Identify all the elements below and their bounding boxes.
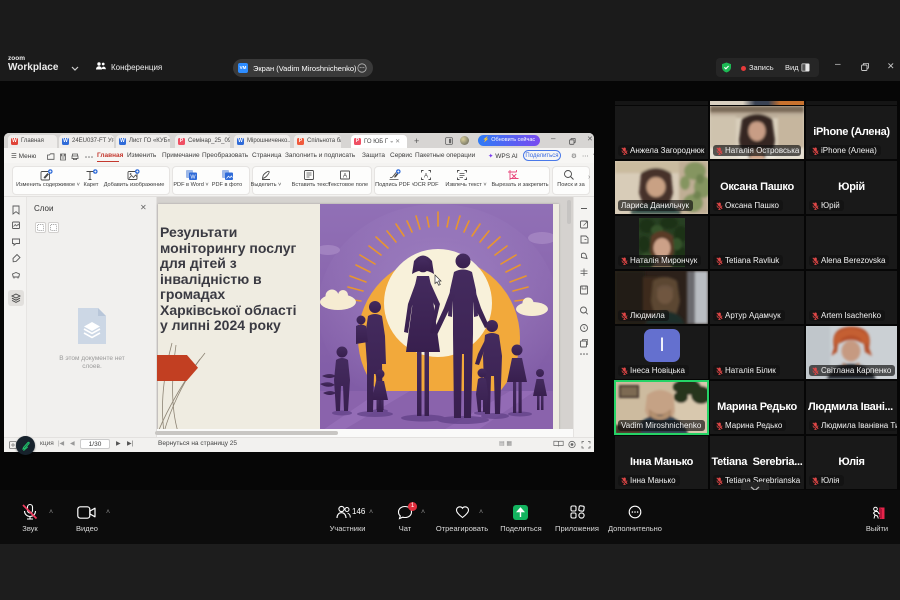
svg-text:A: A <box>343 173 348 180</box>
svg-text:W: W <box>190 175 196 181</box>
svg-text:A: A <box>424 173 428 179</box>
